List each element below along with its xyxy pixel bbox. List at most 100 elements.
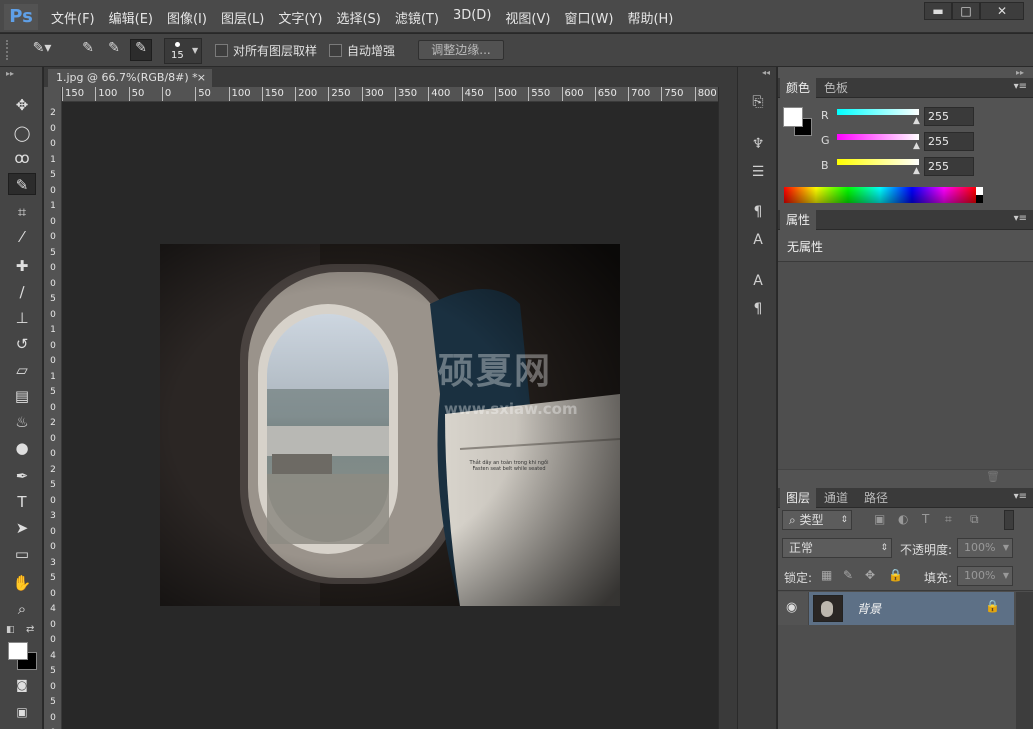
visibility-cell[interactable]: ◉: [778, 592, 809, 625]
rectangle-tool-icon[interactable]: ▭: [8, 543, 36, 565]
type-tool-icon[interactable]: T: [8, 491, 36, 513]
close-button[interactable]: ✕: [980, 2, 1024, 20]
brush-presets-icon[interactable]: ♆: [746, 133, 770, 155]
panel-menu-icon[interactable]: ▾≡: [1014, 491, 1027, 502]
sample-all-layers-checkbox[interactable]: [215, 44, 228, 57]
hand-tool-icon[interactable]: ✋: [8, 572, 36, 594]
white-swatch[interactable]: [976, 187, 983, 195]
tab-swatches[interactable]: 色板: [818, 78, 854, 98]
tab-paths[interactable]: 路径: [858, 488, 894, 508]
filter-toggle[interactable]: [1004, 510, 1014, 530]
channel-r-slider[interactable]: [837, 109, 919, 115]
slider-handle-icon[interactable]: ▲: [913, 141, 920, 151]
auto-enhance-checkbox[interactable]: [329, 44, 342, 57]
adjustments-icon[interactable]: ☰: [746, 161, 770, 183]
layer-row-background[interactable]: 背景 🔒: [809, 592, 1014, 625]
history-brush-tool-icon[interactable]: ↺: [8, 333, 36, 355]
menu-select[interactable]: 选择(S): [336, 8, 380, 27]
add-to-selection-brush-icon[interactable]: ✎: [104, 40, 124, 60]
pen-tool-icon[interactable]: ✒: [8, 465, 36, 487]
refine-edge-button[interactable]: 调整边缘...: [418, 40, 504, 60]
layers-scrollbar[interactable]: [1016, 592, 1033, 729]
new-selection-brush-icon[interactable]: ✎: [78, 40, 98, 60]
character-panel-icon[interactable]: A: [746, 270, 770, 292]
brush-tool-icon[interactable]: ∕: [8, 281, 36, 303]
history-panel-icon[interactable]: ⎘: [746, 91, 770, 113]
foreground-color-swatch[interactable]: [8, 642, 28, 660]
filter-adjustment-icon[interactable]: ◐: [898, 512, 908, 526]
menu-image[interactable]: 图像(I): [167, 8, 207, 27]
gradient-tool-icon[interactable]: ▤: [8, 385, 36, 407]
channel-g-slider[interactable]: [837, 134, 919, 140]
quick-selection-tool-icon[interactable]: ✎: [8, 173, 36, 195]
tab-properties[interactable]: 属性: [780, 210, 817, 230]
zoom-tool-icon[interactable]: ⌕: [8, 598, 36, 620]
marquee-tool-icon[interactable]: ◯: [8, 122, 36, 144]
panel-menu-icon[interactable]: ▾≡: [1014, 81, 1027, 92]
tab-layers[interactable]: 图层: [780, 488, 817, 508]
crop-tool-icon[interactable]: ⌗: [8, 201, 36, 223]
eye-icon[interactable]: ◉: [786, 600, 797, 615]
clone-stamp-tool-icon[interactable]: ⊥: [8, 307, 36, 329]
slider-handle-icon[interactable]: ▲: [913, 166, 920, 176]
opacity-input[interactable]: 100% ▼: [957, 538, 1013, 558]
tool-preset-picker-icon[interactable]: ✎▾: [24, 40, 60, 60]
swap-colors-icon[interactable]: ⇄: [26, 624, 34, 635]
vertical-scrollbar[interactable]: [718, 87, 737, 729]
black-swatch[interactable]: [976, 195, 983, 203]
trash-icon[interactable]: 🗑: [986, 470, 1000, 483]
channel-g-input[interactable]: 255: [924, 132, 974, 151]
menu-window[interactable]: 窗口(W): [564, 8, 613, 27]
tab-color[interactable]: 颜色: [780, 78, 817, 98]
quick-mask-icon[interactable]: ◙: [8, 674, 36, 696]
blur-tool-icon[interactable]: ♨: [8, 411, 36, 433]
restore-button[interactable]: □: [952, 2, 980, 20]
tab-channels[interactable]: 通道: [818, 488, 854, 508]
layer-name[interactable]: 背景: [857, 600, 881, 617]
slider-handle-icon[interactable]: ▲: [913, 116, 920, 126]
character-styles-icon[interactable]: A: [746, 229, 770, 251]
channel-b-input[interactable]: 255: [924, 157, 974, 176]
menu-filter[interactable]: 滤镜(T): [395, 8, 439, 27]
close-tab-icon[interactable]: ×: [197, 69, 206, 87]
collapse-panels-icon[interactable]: ▸▸: [1016, 68, 1024, 77]
document-image[interactable]: Thắt dây an toàn trong khi ngồi Fasten s…: [160, 244, 620, 606]
minimize-button[interactable]: ▬: [924, 2, 952, 20]
menu-type[interactable]: 文字(Y): [278, 8, 322, 27]
subtract-selection-brush-icon[interactable]: ✎: [130, 39, 152, 61]
screen-mode-icon[interactable]: ▣: [8, 701, 36, 723]
paragraph-styles-icon[interactable]: ¶: [746, 201, 770, 223]
channel-b-slider[interactable]: [837, 159, 919, 165]
healing-brush-tool-icon[interactable]: ✚: [8, 255, 36, 277]
menu-layer[interactable]: 图层(L): [221, 8, 264, 27]
eyedropper-tool-icon[interactable]: ⁄: [8, 226, 36, 248]
dodge-tool-icon[interactable]: ●: [8, 437, 36, 459]
filter-pixel-icon[interactable]: ▣: [874, 512, 885, 526]
menu-view[interactable]: 视图(V): [505, 8, 550, 27]
channel-r-input[interactable]: 255: [924, 107, 974, 126]
collapse-toolbar-icon[interactable]: ▸▸: [6, 69, 14, 78]
fill-input[interactable]: 100% ▼: [957, 566, 1013, 586]
color-spectrum-bar[interactable]: [784, 187, 976, 203]
lock-position-icon[interactable]: ✥: [865, 568, 875, 582]
move-tool-icon[interactable]: ✥: [8, 94, 36, 116]
path-selection-tool-icon[interactable]: ➤: [8, 517, 36, 539]
document-tab[interactable]: 1.jpg @ 66.7%(RGB/8#) * ×: [48, 69, 212, 87]
lock-transparent-icon[interactable]: ▦: [821, 568, 832, 582]
filter-smart-object-icon[interactable]: ⧉: [970, 512, 979, 527]
lasso-tool-icon[interactable]: ꝏ: [8, 147, 36, 169]
grip-handle[interactable]: [6, 40, 16, 60]
foreground-color-swatch[interactable]: [783, 107, 803, 127]
layer-filter-select[interactable]: ⌕ 类型 ⇕: [782, 510, 852, 530]
paragraph-panel-icon[interactable]: ¶: [746, 298, 770, 320]
panel-menu-icon[interactable]: ▾≡: [1014, 213, 1027, 224]
menu-file[interactable]: 文件(F): [51, 8, 95, 27]
expand-dock-icon[interactable]: ◂◂: [762, 68, 770, 77]
menu-help[interactable]: 帮助(H): [627, 8, 673, 27]
menu-edit[interactable]: 编辑(E): [109, 8, 153, 27]
menu-3d[interactable]: 3D(D): [453, 8, 491, 27]
lock-all-icon[interactable]: 🔒: [888, 568, 903, 582]
lock-image-icon[interactable]: ✎: [843, 568, 853, 582]
blend-mode-select[interactable]: 正常 ⇕: [782, 538, 892, 558]
brush-size-picker[interactable]: 15 ▼: [164, 38, 202, 64]
